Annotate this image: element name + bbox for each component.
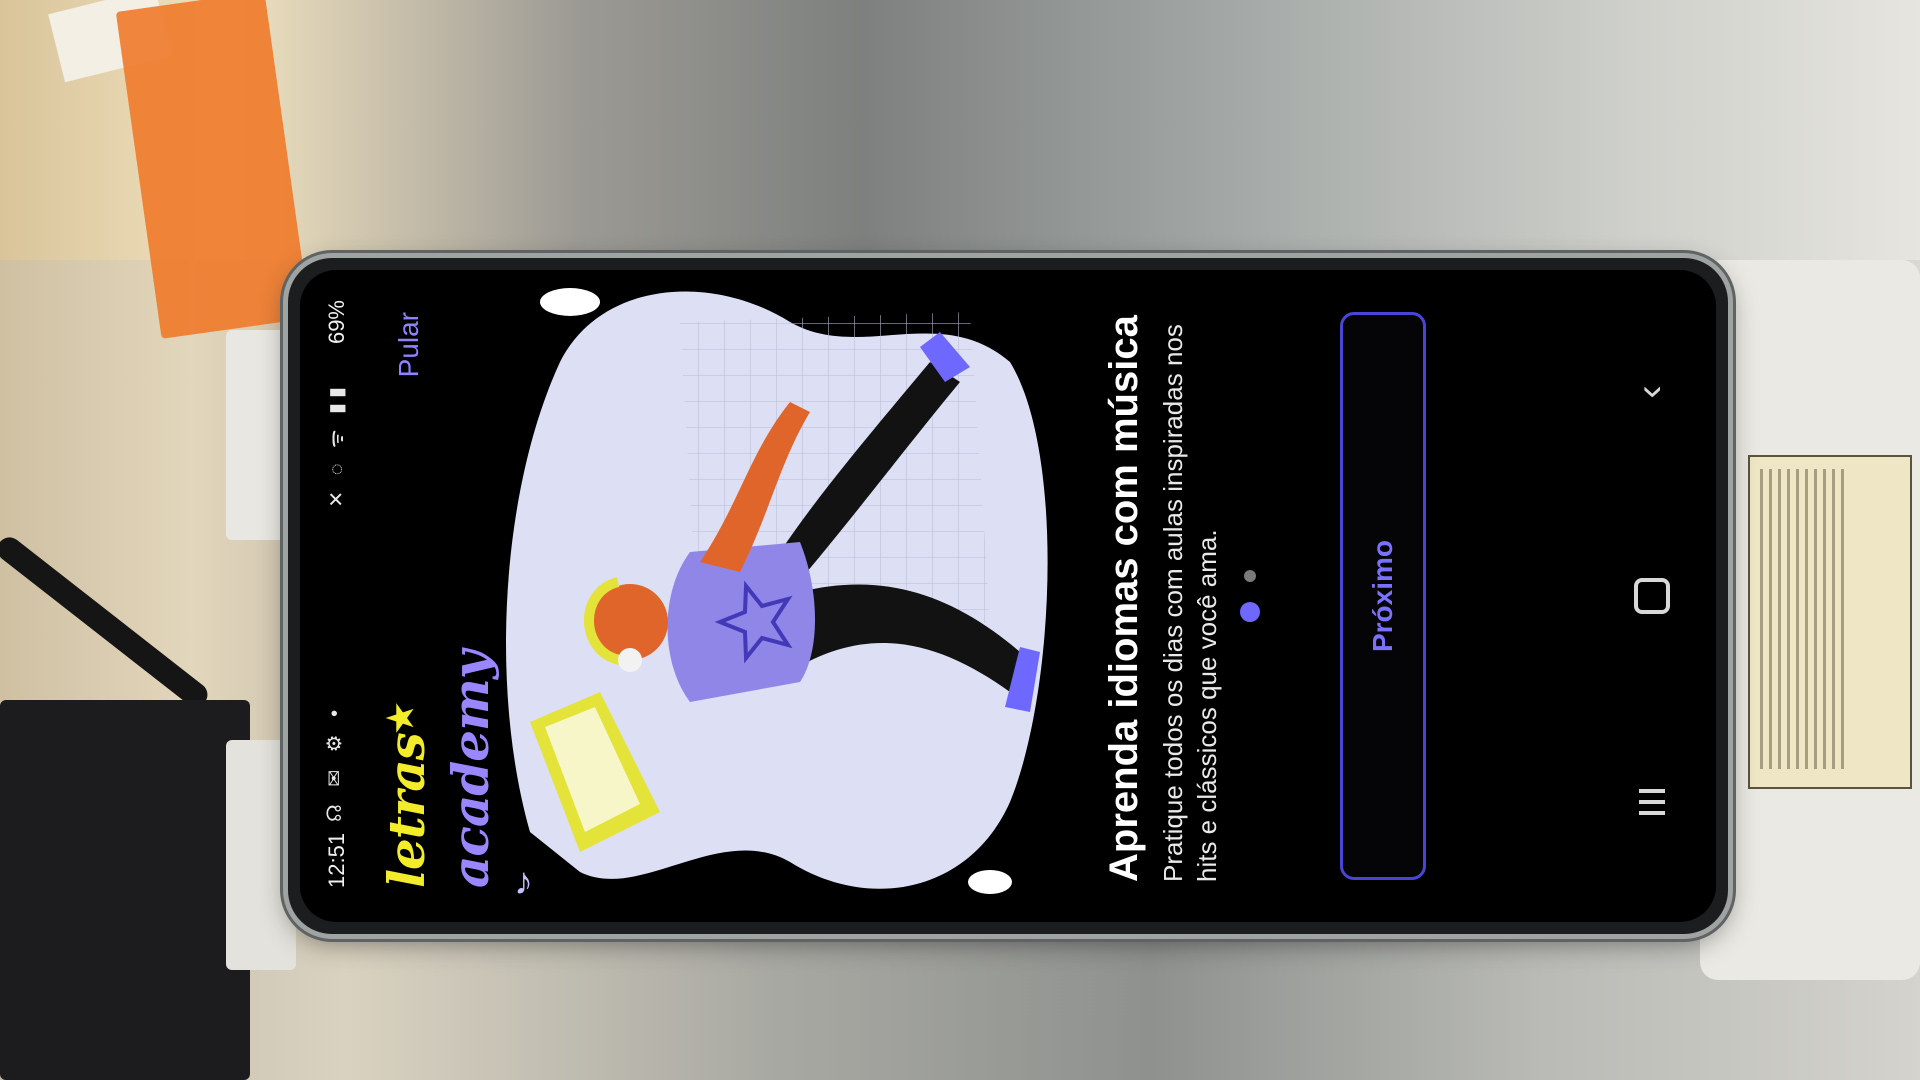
- status-bar: 12:51 ☊ ✉ ⚙ • ✕ ◌ ᯤ ▮▮ 69%: [300, 270, 372, 922]
- illustration-drop: [540, 288, 600, 316]
- warning-label-sticker: [1748, 455, 1912, 789]
- phone-mount-clamp-lower: [226, 740, 296, 970]
- page-indicator: [1240, 270, 1270, 922]
- letras-academy-logo: letras★ academy: [377, 651, 500, 888]
- onboarding-title: Aprenda idiomas com música: [1102, 315, 1146, 882]
- page-dot-active: [1240, 602, 1260, 623]
- notification-icons: ☊ ✉ ⚙ •: [324, 703, 346, 822]
- next-button[interactable]: Próximo: [1340, 312, 1426, 880]
- onboarding-illustration-svg: [506, 288, 1048, 894]
- phone-mount-clamp-upper: [226, 330, 296, 540]
- star-icon: ★: [381, 703, 421, 734]
- onboarding-illustration: [490, 270, 1050, 922]
- warning-label-text-lines: [1760, 469, 1850, 769]
- illustration-drop-2: [968, 870, 1012, 894]
- background-dark-block: [0, 700, 250, 1080]
- status-time: 12:51: [324, 832, 349, 888]
- app-header: letras★ academy Pular ♪: [372, 270, 533, 922]
- illustration-headphone-ear: [618, 648, 642, 672]
- home-icon: [1634, 578, 1671, 614]
- app-screen-portrait: 12:51 ☊ ✉ ⚙ • ✕ ◌ ᯤ ▮▮ 69% letras★ acade…: [300, 270, 1716, 922]
- background-cable: [0, 532, 213, 712]
- recent-apps-icon: [1639, 785, 1666, 815]
- back-chevron-icon: ‹: [1628, 385, 1672, 399]
- onboarding-subtitle: Pratique todos os dias com aulas inspira…: [1158, 324, 1222, 882]
- phone-screen: 12:51 ☊ ✉ ⚙ • ✕ ◌ ᯤ ▮▮ 69% letras★ acade…: [300, 270, 1716, 922]
- home-button[interactable]: [1620, 536, 1680, 656]
- battery-percentage: 69%: [324, 300, 349, 345]
- skip-button[interactable]: Pular: [392, 306, 426, 383]
- recent-apps-button[interactable]: [1620, 740, 1680, 860]
- page-dot-inactive: [1244, 569, 1256, 582]
- back-button[interactable]: ‹: [1620, 332, 1680, 452]
- system-navigation-bar: ‹: [1590, 270, 1716, 922]
- signal-wifi-icons: ✕ ◌ ᯤ ▮▮: [326, 382, 348, 508]
